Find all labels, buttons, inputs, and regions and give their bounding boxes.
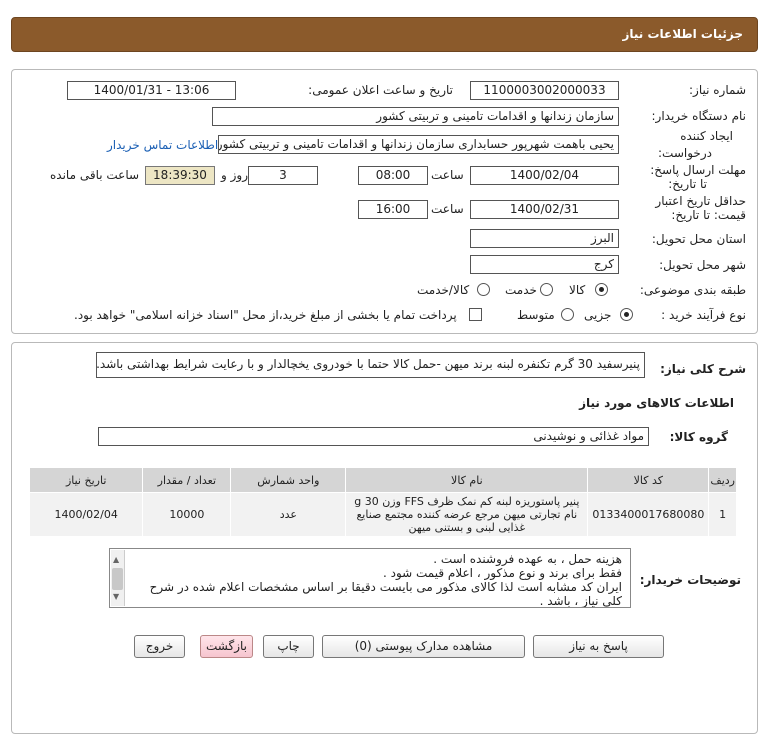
- goods-section-title: اطلاعات کالاهای مورد نیاز: [579, 396, 734, 410]
- cell-qty: 10000: [142, 492, 232, 537]
- process-option-minor: جزیی: [584, 308, 612, 322]
- need-number-label: شماره نیاز:: [689, 83, 746, 97]
- col-name: نام کالا: [345, 467, 589, 493]
- col-row: ردیف: [708, 467, 737, 493]
- col-date: تاریخ نیاز: [28, 467, 144, 493]
- description-label: شرح کلی نیاز:: [660, 362, 746, 376]
- goods-group-label: گروه کالا:: [669, 430, 728, 444]
- city-field: کرج: [470, 255, 619, 274]
- buyer-note-line: ایران کد مشابه است لذا کالای مذکور می با…: [149, 580, 622, 608]
- notes-scrollbar[interactable]: ▲ ▼: [111, 550, 125, 606]
- city-label: شهر محل تحویل:: [659, 258, 746, 272]
- announce-label: تاریخ و ساعت اعلان عمومی:: [308, 83, 453, 97]
- validity-time-field: 16:00: [358, 200, 428, 219]
- buyer-notes-box: ▲ ▼ هزینه حمل ، به عهده فروشنده است . فق…: [109, 548, 631, 608]
- col-qty: تعداد / مقدار: [142, 467, 232, 493]
- items-table-header: ردیف کد کالا نام کالا واحد شمارش تعداد /…: [28, 467, 737, 493]
- category-label: طبقه بندی موضوعی:: [639, 283, 746, 297]
- page-title: جزئیات اطلاعات نیاز: [622, 27, 743, 41]
- treasury-payment-checkbox[interactable]: [469, 308, 482, 321]
- process-label: نوع فرآیند خرید :: [661, 308, 746, 322]
- reply-deadline-label-2: تا تاریخ:: [668, 177, 707, 191]
- exit-button[interactable]: خروج: [134, 635, 185, 658]
- attachments-button[interactable]: مشاهده مدارک پیوستی (0): [322, 635, 525, 658]
- validity-time-label: ساعت: [431, 202, 464, 216]
- validity-date-field: 1400/02/31: [470, 200, 619, 219]
- category-option-goods-service: کالا/خدمت: [417, 283, 470, 297]
- print-button[interactable]: چاپ: [263, 635, 314, 658]
- validity-label-2: قیمت: تا تاریخ:: [671, 208, 746, 222]
- buyer-org-field: سازمان زندانها و اقدامات تامینی و تربیتی…: [212, 107, 619, 126]
- reply-button[interactable]: پاسخ به نیاز: [533, 635, 664, 658]
- scroll-down-icon[interactable]: ▼: [113, 590, 119, 604]
- cell-name: پنیر پاستوریزه لبنه کم نمک ظرف FFS وزن 3…: [345, 492, 589, 537]
- process-radio-medium[interactable]: [561, 308, 574, 321]
- time-remaining-field: 18:39:30: [145, 166, 215, 185]
- province-label: استان محل تحویل:: [651, 232, 746, 246]
- category-radio-goods[interactable]: [595, 283, 608, 296]
- requester-label-2: درخواست:: [658, 146, 712, 160]
- requester-field: یحیی باهمت شهرپور حسابداری سازمان زندانه…: [218, 135, 619, 154]
- buyer-note-line: فقط برای برند و نوع مذکور ، اعلام قیمت ش…: [382, 566, 622, 580]
- goods-group-field: مواد غذائی و نوشیدنی: [98, 427, 649, 446]
- process-option-medium: متوسط: [517, 308, 555, 322]
- category-radio-service[interactable]: [540, 283, 553, 296]
- contact-buyer-link[interactable]: اطلاعات تماس خریدار: [107, 138, 218, 152]
- items-table: ردیف کد کالا نام کالا واحد شمارش تعداد /…: [28, 467, 737, 537]
- treasury-payment-note: پرداخت تمام یا بخشی از مبلغ خرید،از محل …: [74, 308, 457, 322]
- col-code: کد کالا: [587, 467, 710, 493]
- cell-code: 0133400017680080: [587, 492, 710, 537]
- page-header: جزئیات اطلاعات نیاز: [11, 17, 758, 52]
- reply-time-label: ساعت: [431, 168, 464, 182]
- buyer-note-line: هزینه حمل ، به عهده فروشنده است .: [433, 552, 622, 566]
- table-row[interactable]: 1 0133400017680080 پنیر پاستوریزه لبنه ک…: [28, 492, 737, 537]
- need-number-field: 1100003002000033: [470, 81, 619, 100]
- buyer-org-label: نام دستگاه خریدار:: [651, 109, 747, 123]
- announce-field: 1400/01/31 - 13:06: [67, 81, 236, 100]
- category-radio-goods-service[interactable]: [477, 283, 490, 296]
- scroll-up-icon[interactable]: ▲: [113, 553, 119, 567]
- category-option-service: خدمت: [505, 283, 537, 297]
- province-field: البرز: [470, 229, 619, 248]
- requester-label-1: ایجاد کننده: [680, 129, 733, 143]
- cell-row: 1: [708, 492, 737, 537]
- reply-time-field: 08:00: [358, 166, 428, 185]
- validity-label-1: حداقل تاریخ اعتبار: [655, 194, 746, 208]
- category-option-goods: کالا: [569, 283, 586, 297]
- col-unit: واحد شمارش: [230, 467, 347, 493]
- back-button[interactable]: بازگشت: [200, 635, 253, 658]
- cell-unit: عدد: [230, 492, 347, 537]
- days-label: روز و: [221, 168, 248, 182]
- days-remaining-field: 3: [248, 166, 318, 185]
- process-radio-minor[interactable]: [620, 308, 633, 321]
- reply-deadline-label-1: مهلت ارسال پاسخ:: [650, 163, 746, 177]
- description-field: پنیرسفید 30 گرم تکنفره لبنه برند میهن -ح…: [96, 352, 645, 378]
- cell-date: 1400/02/04: [28, 492, 144, 537]
- time-remaining-label: ساعت باقی مانده: [50, 168, 140, 182]
- scroll-thumb[interactable]: [112, 568, 123, 590]
- buyer-notes-label: توضیحات خریدار:: [639, 573, 741, 587]
- reply-date-field: 1400/02/04: [470, 166, 619, 185]
